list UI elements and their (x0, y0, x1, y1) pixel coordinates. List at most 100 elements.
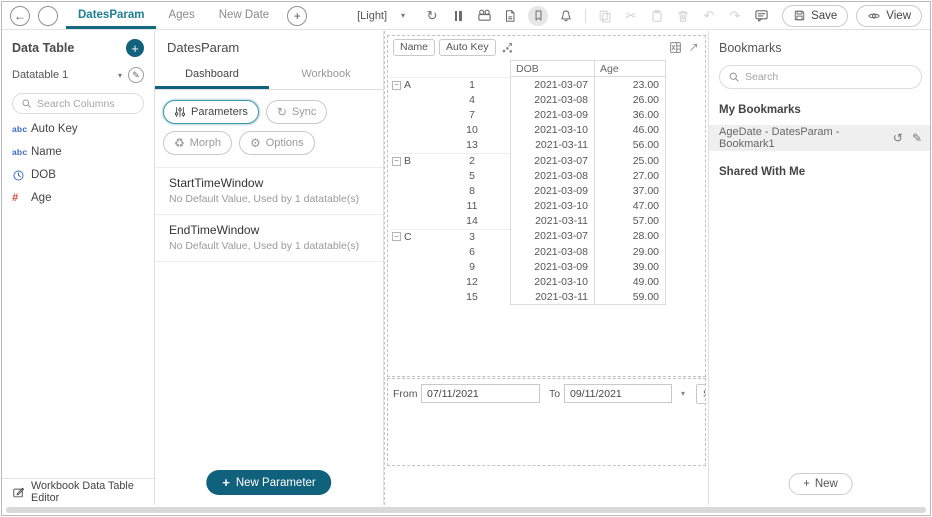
edit-bookmark-icon[interactable]: ✎ (912, 131, 922, 145)
dob-header-cell[interactable]: DOB (510, 60, 594, 77)
age-cell: 36.00 (594, 107, 666, 123)
parameters-button-label: Parameters (191, 106, 248, 118)
bookmark-search-input[interactable] (745, 71, 913, 83)
tab-new-date[interactable]: New Date (207, 2, 282, 29)
undo-button[interactable]: ↶ (701, 8, 717, 24)
plus-icon: + (131, 40, 139, 56)
new-parameter-button[interactable]: + New Parameter (206, 470, 332, 495)
back-button[interactable]: ← (10, 5, 30, 26)
home-button[interactable] (38, 5, 58, 26)
workbook-data-table-editor-link[interactable]: Workbook Data Table Editor (2, 478, 154, 505)
table-row[interactable]: 14 2021-03-11 57.00 (390, 213, 705, 229)
reload-bookmark-icon[interactable]: ↺ (893, 131, 903, 145)
view-button[interactable]: View (856, 4, 922, 27)
theme-selector[interactable]: [Light] ▾ (357, 10, 405, 22)
collapse-icon[interactable]: − (392, 156, 401, 166)
add-datatable-button[interactable]: + (126, 39, 144, 57)
refresh-button[interactable]: ↻ (424, 8, 440, 24)
age-header-cell[interactable]: Age (594, 60, 666, 77)
column-search-input[interactable] (37, 97, 135, 110)
redo-button[interactable]: ↷ (727, 8, 743, 24)
recording-button[interactable] (476, 8, 492, 24)
breakdown-chip-auto-key[interactable]: Auto Key (439, 39, 496, 56)
table-row[interactable]: − A 1 2021-03-07 23.00 (390, 77, 705, 93)
submit-button-clipped[interactable]: S (696, 384, 705, 404)
table-row[interactable]: 12 2021-03-10 49.00 (390, 274, 705, 290)
export-excel-icon[interactable] (668, 41, 682, 55)
to-label: To (549, 388, 561, 400)
tab-ages[interactable]: Ages (156, 2, 206, 29)
parameter-item-starttimewindow[interactable]: StartTimeWindow No Default Value, Used b… (155, 167, 383, 215)
add-dashboard-button[interactable]: + (287, 5, 308, 26)
table-row[interactable]: 5 2021-03-08 27.00 (390, 168, 705, 184)
breakdown-expand-icon[interactable] (500, 41, 514, 55)
table-row[interactable]: 15 2021-03-11 59.00 (390, 289, 705, 305)
column-item-age[interactable]: # Age (12, 190, 144, 206)
comments-button[interactable] (753, 8, 769, 24)
paste-button[interactable] (649, 8, 665, 24)
horizontal-scrollbar[interactable] (6, 507, 926, 513)
bookmarks-toggle-button[interactable] (528, 5, 549, 26)
table-row[interactable]: − C 3 2021-03-07 28.00 (390, 228, 705, 245)
parameters-button[interactable]: Parameters (163, 100, 259, 124)
collapse-icon[interactable]: − (392, 232, 401, 242)
table-row[interactable]: 11 2021-03-10 47.00 (390, 198, 705, 214)
export-pdf-button[interactable] (502, 8, 518, 24)
maximize-icon[interactable] (686, 41, 700, 55)
data-table-body: − A 1 2021-03-07 23.00 4 2021-03-08 26.00 7 2021-… (390, 77, 705, 305)
group-cell (390, 92, 434, 107)
new-bookmark-button[interactable]: + New (788, 473, 853, 495)
column-item-dob[interactable]: DOB (12, 167, 144, 183)
table-row[interactable]: 8 2021-03-09 37.00 (390, 183, 705, 199)
tab-workbook[interactable]: Workbook (269, 63, 383, 89)
column-item-name[interactable]: abc Name (12, 144, 144, 160)
save-button[interactable]: Save (782, 4, 849, 27)
caret-down-icon[interactable]: ▾ (118, 71, 122, 80)
edit-datatable-button[interactable]: ✎ (128, 67, 144, 83)
age-cell: 25.00 (594, 152, 666, 169)
auto-key-cell: 8 (469, 184, 475, 197)
auto-key-cell: 14 (466, 215, 478, 228)
pause-button[interactable] (450, 8, 466, 24)
sync-button-label: Sync (291, 106, 317, 118)
breakdown-chip-name[interactable]: Name (393, 39, 436, 56)
to-date-input[interactable] (564, 384, 672, 403)
table-row[interactable]: 7 2021-03-09 36.00 (390, 107, 705, 123)
table-visualization-widget[interactable]: Name Auto Key DOB Age − A 1 2021-03-07 2… (387, 35, 706, 377)
home-icon (42, 10, 54, 22)
table-row[interactable]: 4 2021-03-08 26.00 (390, 92, 705, 108)
collapse-icon[interactable]: − (392, 80, 401, 90)
table-row[interactable]: 6 2021-03-08 29.00 (390, 244, 705, 260)
parameter-item-endtimewindow[interactable]: EndTimeWindow No Default Value, Used by … (155, 215, 383, 262)
column-label: Auto Key (31, 123, 78, 135)
group-cell (390, 183, 434, 198)
date-filter-widget[interactable]: From To ▾ S (387, 378, 706, 466)
tab-dashboard[interactable]: Dashboard (155, 63, 269, 89)
dob-cell: 2021-03-10 (510, 274, 594, 290)
table-row[interactable]: 13 2021-03-11 56.00 (390, 137, 705, 153)
copy-button[interactable] (597, 8, 613, 24)
back-icon: ← (14, 8, 26, 23)
column-item-auto-key[interactable]: abc Auto Key (12, 121, 144, 137)
auto-key-cell: 9 (469, 260, 475, 273)
group-cell (390, 138, 434, 153)
from-date-input[interactable] (421, 384, 540, 403)
shared-with-me-header: Shared With Me (719, 166, 806, 178)
bookmark-item[interactable]: AgeDate - DatesParam - Bookmark1 ↺ ✎ (709, 125, 930, 151)
toolbar-separator (585, 8, 587, 23)
caret-down-icon[interactable]: ▾ (681, 389, 685, 398)
view-button-label: View (886, 9, 911, 22)
tab-datesparam[interactable]: DatesParam (66, 2, 157, 29)
options-button[interactable]: ⚙ Options (238, 131, 315, 155)
table-row[interactable]: 10 2021-03-10 46.00 (390, 122, 705, 138)
morph-button[interactable]: ♻ Morph (163, 131, 232, 155)
sync-button[interactable]: ↻ Sync (265, 100, 328, 124)
plus-icon: + (222, 475, 230, 490)
cut-button[interactable]: ✂ (623, 8, 639, 24)
notifications-button[interactable] (558, 8, 574, 24)
column-label: DOB (31, 169, 56, 181)
delete-button[interactable] (675, 8, 691, 24)
table-row[interactable]: − B 2 2021-03-07 25.00 (390, 152, 705, 169)
table-row[interactable]: 9 2021-03-09 39.00 (390, 259, 705, 275)
datatable-select-value[interactable]: Datatable 1 (12, 69, 68, 81)
